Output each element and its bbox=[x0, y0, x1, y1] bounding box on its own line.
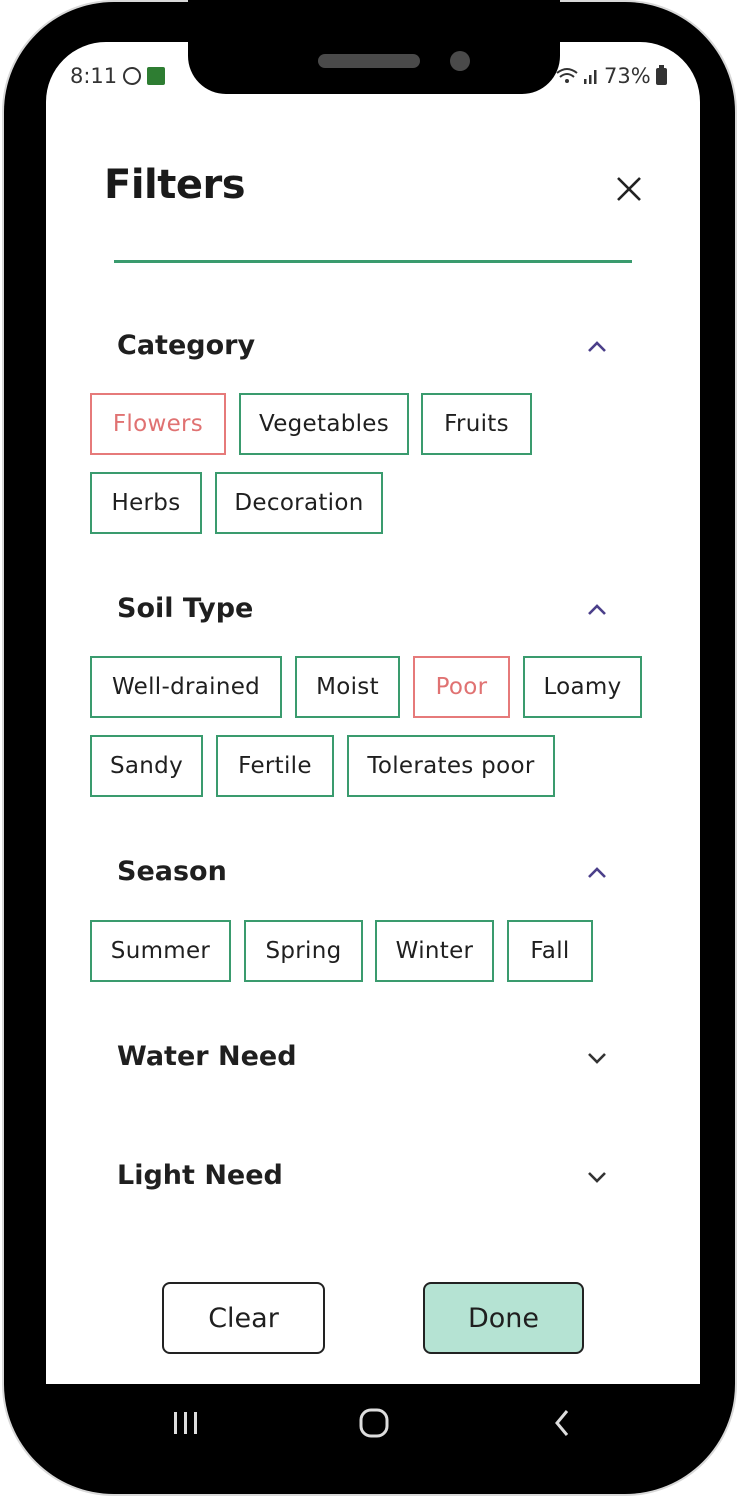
page-title: Filters bbox=[104, 162, 246, 208]
status-bar-right: 73% bbox=[556, 64, 667, 88]
whatsapp-icon bbox=[123, 67, 142, 85]
category-section-title: Category bbox=[117, 330, 256, 361]
done-button[interactable]: Done bbox=[423, 1282, 584, 1354]
chip-soil-sandy[interactable]: Sandy bbox=[90, 735, 203, 797]
chip-soil-poor[interactable]: Poor bbox=[413, 656, 510, 718]
soil-type-section-title: Soil Type bbox=[117, 593, 254, 624]
chip-season-spring[interactable]: Spring bbox=[244, 920, 363, 982]
chip-soil-loamy[interactable]: Loamy bbox=[523, 656, 642, 718]
chip-category-flowers[interactable]: Flowers bbox=[90, 393, 226, 455]
clear-button[interactable]: Clear bbox=[162, 1282, 325, 1354]
light-need-section-title[interactable]: Light Need bbox=[117, 1160, 283, 1191]
chip-category-herbs[interactable]: Herbs bbox=[90, 472, 202, 534]
chevron-up-icon[interactable] bbox=[584, 860, 610, 886]
water-need-section-title[interactable]: Water Need bbox=[117, 1041, 297, 1072]
chip-category-decoration[interactable]: Decoration bbox=[215, 472, 383, 534]
chip-category-vegetables[interactable]: Vegetables bbox=[239, 393, 409, 455]
status-time: 8:11 bbox=[70, 64, 118, 88]
chevron-up-icon[interactable] bbox=[584, 597, 610, 623]
camera-notch bbox=[188, 0, 560, 94]
status-bar-left: 8:11 bbox=[70, 64, 166, 88]
season-section-title: Season bbox=[117, 856, 227, 887]
chip-season-fall[interactable]: Fall bbox=[507, 920, 593, 982]
header-divider bbox=[114, 260, 632, 263]
front-camera bbox=[450, 51, 470, 71]
battery-percent: 73% bbox=[604, 64, 651, 88]
back-icon[interactable] bbox=[540, 1384, 584, 1462]
chip-season-winter[interactable]: Winter bbox=[375, 920, 494, 982]
chip-category-fruits[interactable]: Fruits bbox=[421, 393, 532, 455]
chevron-up-icon[interactable] bbox=[584, 334, 610, 360]
recent-apps-icon[interactable] bbox=[164, 1384, 208, 1462]
chip-soil-well-drained[interactable]: Well-drained bbox=[90, 656, 282, 718]
chip-soil-moist[interactable]: Moist bbox=[295, 656, 400, 718]
signal-icon bbox=[584, 70, 597, 84]
home-icon[interactable] bbox=[352, 1384, 396, 1462]
battery-icon bbox=[655, 64, 667, 85]
chevron-down-icon[interactable] bbox=[584, 1164, 610, 1190]
close-icon[interactable] bbox=[612, 172, 646, 206]
chip-soil-tolerates-poor[interactable]: Tolerates poor bbox=[347, 735, 555, 797]
chip-soil-fertile[interactable]: Fertile bbox=[216, 735, 334, 797]
wifi-icon bbox=[556, 68, 578, 83]
earpiece-speaker bbox=[318, 54, 420, 68]
app-notification-icon bbox=[147, 67, 166, 85]
chip-season-summer[interactable]: Summer bbox=[90, 920, 231, 982]
system-navigation-bar bbox=[46, 1384, 700, 1462]
chevron-down-icon[interactable] bbox=[584, 1045, 610, 1071]
